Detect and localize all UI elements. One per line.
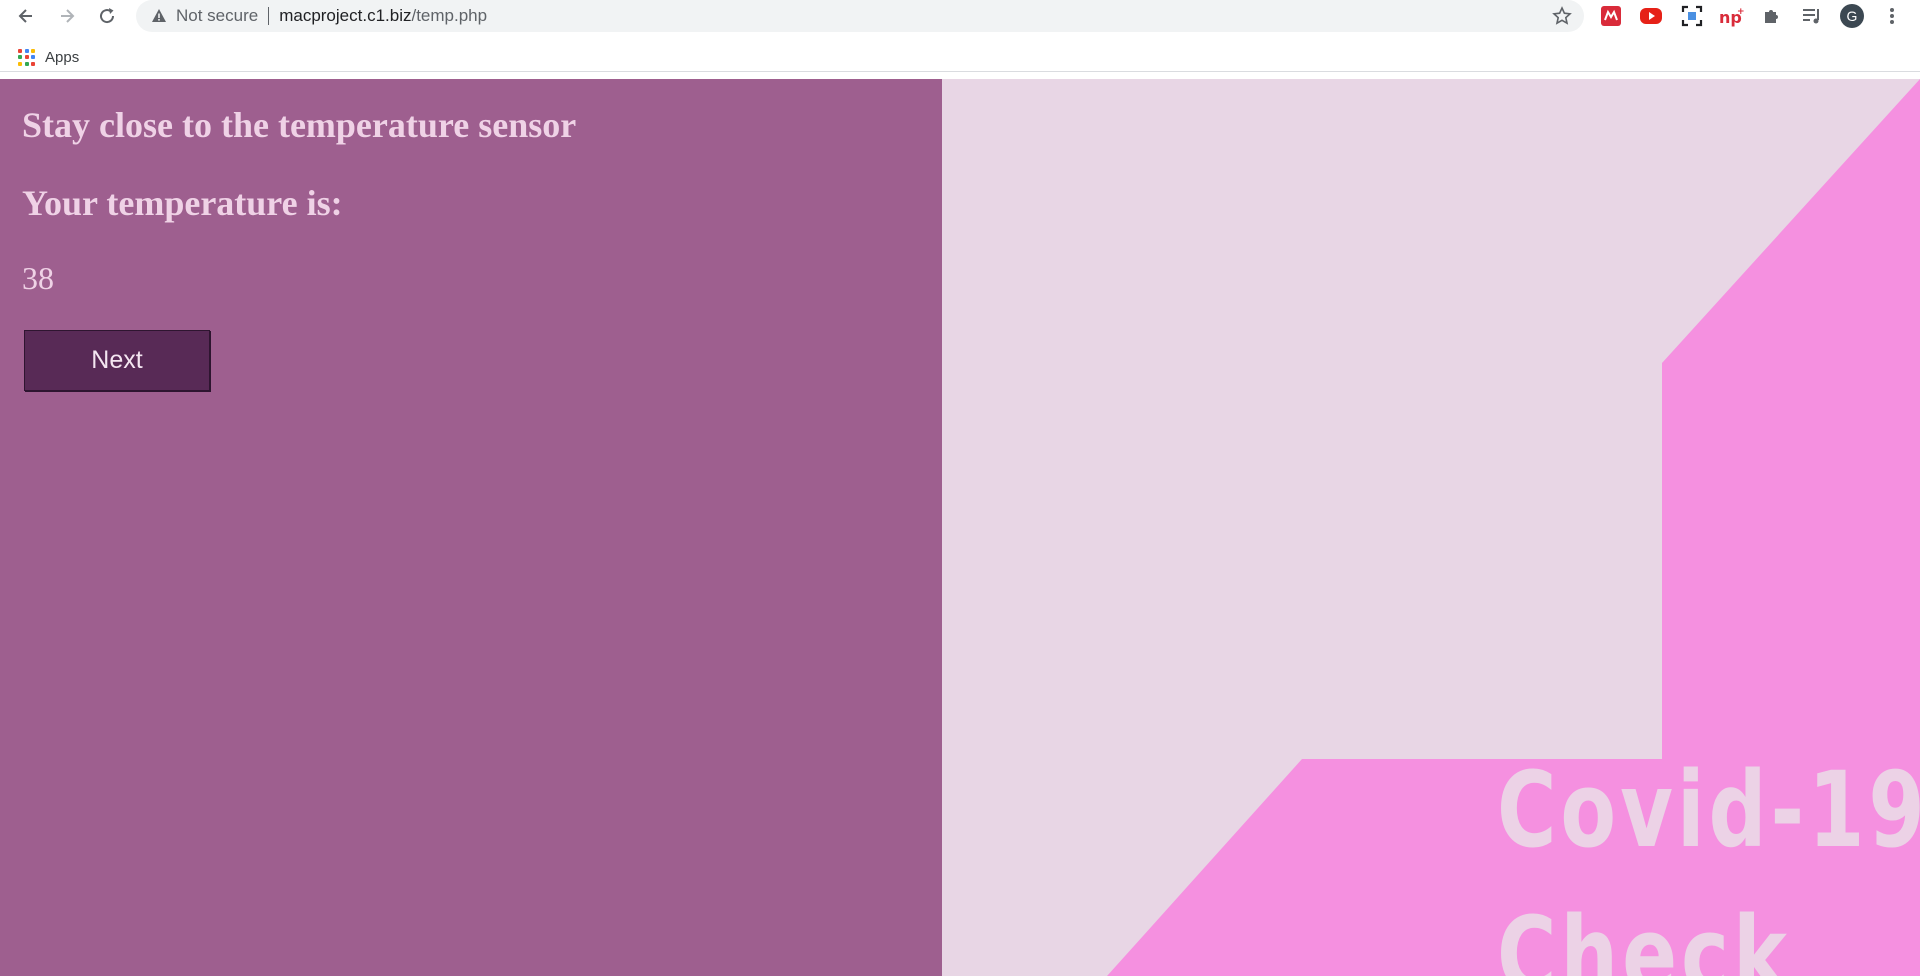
star-icon <box>1552 6 1572 25</box>
banner-title-line-1: Covid-19 <box>1497 749 1920 871</box>
puzzle-icon <box>1765 10 1778 23</box>
banner-title-line-2: Check <box>1497 894 1791 976</box>
left-panel: Stay close to the temperature sensor You… <box>0 79 942 976</box>
back-button[interactable] <box>12 2 40 30</box>
reading-list-button[interactable] <box>1799 3 1825 29</box>
url-path: /temp.php <box>411 6 488 25</box>
svg-text:+: + <box>1737 7 1744 17</box>
browser-toolbar: Not secure macproject.c1.biz/temp.php np… <box>0 0 1920 32</box>
address-separator <box>268 7 270 25</box>
apps-label: Apps <box>45 48 80 66</box>
extension-np-button[interactable]: np + <box>1718 3 1744 29</box>
bookmark-apps[interactable]: Apps <box>18 46 79 68</box>
url-text[interactable]: macproject.c1.biz/temp.php <box>279 6 487 26</box>
temperature-value: 38 <box>22 260 54 296</box>
arrow-left-icon <box>18 9 32 23</box>
temperature-heading: Your temperature is: <box>22 183 343 223</box>
browser-menu-button[interactable] <box>1879 3 1905 29</box>
mendeley-icon <box>1601 6 1621 26</box>
forward-button[interactable] <box>53 2 81 30</box>
more-vert-icon <box>1890 8 1894 24</box>
extension-mendeley-button[interactable] <box>1598 3 1624 29</box>
screenshot-icon <box>1681 5 1703 27</box>
reading-list-icon <box>1803 9 1819 24</box>
reload-icon <box>100 8 115 24</box>
profile-initial: G <box>1846 8 1858 24</box>
extension-youtube-button[interactable] <box>1638 3 1664 29</box>
profile-avatar-button[interactable]: G <box>1839 3 1865 29</box>
url-host: macproject.c1.biz <box>279 6 412 25</box>
next-button[interactable]: Next <box>24 330 210 391</box>
instruction-heading: Stay close to the temperature sensor <box>22 105 577 145</box>
apps-grid-icon <box>18 48 35 66</box>
bookmark-star-button[interactable] <box>1550 4 1574 28</box>
youtube-icon <box>1640 8 1662 24</box>
page-content: Stay close to the temperature sensor You… <box>0 79 1920 976</box>
extensions-button[interactable] <box>1759 3 1785 29</box>
right-banner: Covid-19 Check <box>942 79 1920 976</box>
warning-icon <box>150 7 168 25</box>
extension-screenshot-button[interactable] <box>1679 3 1705 29</box>
security-label[interactable]: Not secure <box>176 6 258 26</box>
reload-button[interactable] <box>93 2 121 30</box>
arrow-right-icon <box>61 9 75 23</box>
bookmarks-bar: Apps <box>0 40 1920 72</box>
address-bar[interactable]: Not secure macproject.c1.biz/temp.php <box>136 0 1584 32</box>
np-icon: np+ <box>1719 7 1744 27</box>
